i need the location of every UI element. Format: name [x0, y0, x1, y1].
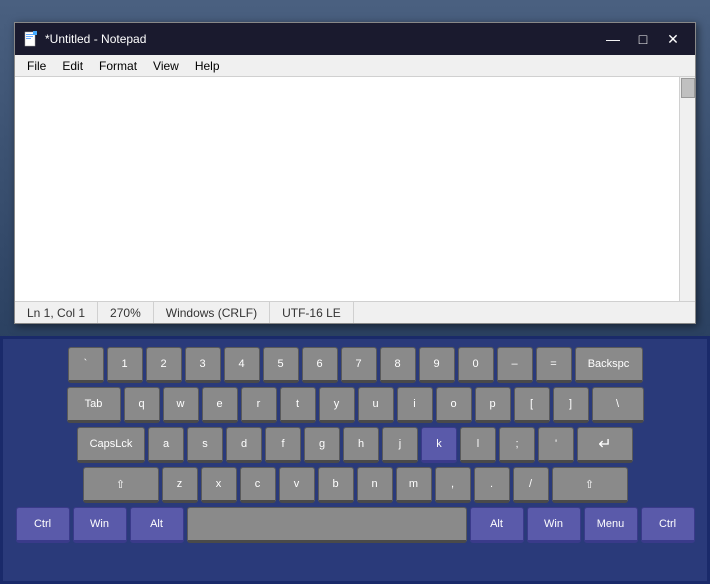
key-4[interactable]: 4 — [224, 347, 260, 383]
key-backslash[interactable]: \ — [592, 387, 644, 423]
key-backspace[interactable]: Backspc — [575, 347, 643, 383]
key-s[interactable]: s — [187, 427, 223, 463]
menu-view[interactable]: View — [145, 57, 187, 75]
vertical-scrollbar[interactable] — [679, 77, 695, 301]
keyboard-row-5: Ctrl Win Alt Alt Win Menu Ctrl — [9, 507, 701, 543]
key-h[interactable]: h — [343, 427, 379, 463]
text-area-container — [15, 77, 695, 301]
key-3[interactable]: 3 — [185, 347, 221, 383]
key-period[interactable]: . — [474, 467, 510, 503]
key-6[interactable]: 6 — [302, 347, 338, 383]
menu-edit[interactable]: Edit — [54, 57, 91, 75]
key-shift-left[interactable]: ⇧ — [83, 467, 159, 503]
key-m[interactable]: m — [396, 467, 432, 503]
key-9[interactable]: 9 — [419, 347, 455, 383]
menu-bar: File Edit Format View Help — [15, 55, 695, 77]
key-z[interactable]: z — [162, 467, 198, 503]
key-tab[interactable]: Tab — [67, 387, 121, 423]
key-equals[interactable]: = — [536, 347, 572, 383]
line-ending: Windows (CRLF) — [154, 302, 270, 323]
key-8[interactable]: 8 — [380, 347, 416, 383]
key-q[interactable]: q — [124, 387, 160, 423]
encoding: UTF-16 LE — [270, 302, 354, 323]
menu-file[interactable]: File — [19, 57, 54, 75]
text-editor[interactable] — [15, 77, 679, 301]
key-o[interactable]: o — [436, 387, 472, 423]
notepad-icon — [23, 31, 39, 47]
key-c[interactable]: c — [240, 467, 276, 503]
key-l[interactable]: l — [460, 427, 496, 463]
key-7[interactable]: 7 — [341, 347, 377, 383]
key-capslock[interactable]: CapsLck — [77, 427, 145, 463]
key-lbracket[interactable]: [ — [514, 387, 550, 423]
key-comma[interactable]: , — [435, 467, 471, 503]
key-p[interactable]: p — [475, 387, 511, 423]
close-button[interactable]: ✕ — [659, 29, 687, 49]
cursor-position: Ln 1, Col 1 — [15, 302, 98, 323]
title-bar: *Untitled - Notepad — □ ✕ — [15, 23, 695, 55]
key-g[interactable]: g — [304, 427, 340, 463]
key-5[interactable]: 5 — [263, 347, 299, 383]
key-minus[interactable]: – — [497, 347, 533, 383]
key-semicolon[interactable]: ; — [499, 427, 535, 463]
key-quote[interactable]: ' — [538, 427, 574, 463]
keyboard-row-4: ⇧ z x c v b n m , . / ⇧ — [9, 467, 701, 503]
key-n[interactable]: n — [357, 467, 393, 503]
scrollbar-thumb[interactable] — [681, 78, 695, 98]
key-d[interactable]: d — [226, 427, 262, 463]
key-1[interactable]: 1 — [107, 347, 143, 383]
key-enter[interactable]: ↵ — [577, 427, 633, 463]
keyboard-row-1: ` 1 2 3 4 5 6 7 8 9 0 – = Backspc — [9, 347, 701, 383]
keyboard-row-2: Tab q w e r t y u i o p [ ] \ — [9, 387, 701, 423]
key-j[interactable]: j — [382, 427, 418, 463]
key-a[interactable]: a — [148, 427, 184, 463]
window-controls: — □ ✕ — [599, 29, 687, 49]
key-w[interactable]: w — [163, 387, 199, 423]
zoom-level: 270% — [98, 302, 154, 323]
minimize-button[interactable]: — — [599, 29, 627, 49]
key-r[interactable]: r — [241, 387, 277, 423]
key-0[interactable]: 0 — [458, 347, 494, 383]
key-ctrl-left[interactable]: Ctrl — [16, 507, 70, 543]
key-space[interactable] — [187, 507, 467, 543]
key-u[interactable]: u — [358, 387, 394, 423]
key-rbracket[interactable]: ] — [553, 387, 589, 423]
key-x[interactable]: x — [201, 467, 237, 503]
key-v[interactable]: v — [279, 467, 315, 503]
window-title: *Untitled - Notepad — [45, 32, 599, 46]
key-t[interactable]: t — [280, 387, 316, 423]
key-i[interactable]: i — [397, 387, 433, 423]
notepad-window: *Untitled - Notepad — □ ✕ File Edit Form… — [14, 22, 696, 324]
status-bar: Ln 1, Col 1 270% Windows (CRLF) UTF-16 L… — [15, 301, 695, 323]
key-alt-left[interactable]: Alt — [130, 507, 184, 543]
key-backtick[interactable]: ` — [68, 347, 104, 383]
key-2[interactable]: 2 — [146, 347, 182, 383]
keyboard-row-3: CapsLck a s d f g h j k l ; ' ↵ — [9, 427, 701, 463]
key-ctrl-right[interactable]: Ctrl — [641, 507, 695, 543]
keyboard: ` 1 2 3 4 5 6 7 8 9 0 – = Backspc Tab q … — [0, 336, 710, 584]
maximize-button[interactable]: □ — [629, 29, 657, 49]
menu-format[interactable]: Format — [91, 57, 145, 75]
key-win-left[interactable]: Win — [73, 507, 127, 543]
key-alt-right[interactable]: Alt — [470, 507, 524, 543]
key-e[interactable]: e — [202, 387, 238, 423]
key-menu[interactable]: Menu — [584, 507, 638, 543]
key-k[interactable]: k — [421, 427, 457, 463]
menu-help[interactable]: Help — [187, 57, 228, 75]
key-shift-right[interactable]: ⇧ — [552, 467, 628, 503]
key-win-right[interactable]: Win — [527, 507, 581, 543]
key-b[interactable]: b — [318, 467, 354, 503]
key-slash[interactable]: / — [513, 467, 549, 503]
key-f[interactable]: f — [265, 427, 301, 463]
key-y[interactable]: y — [319, 387, 355, 423]
